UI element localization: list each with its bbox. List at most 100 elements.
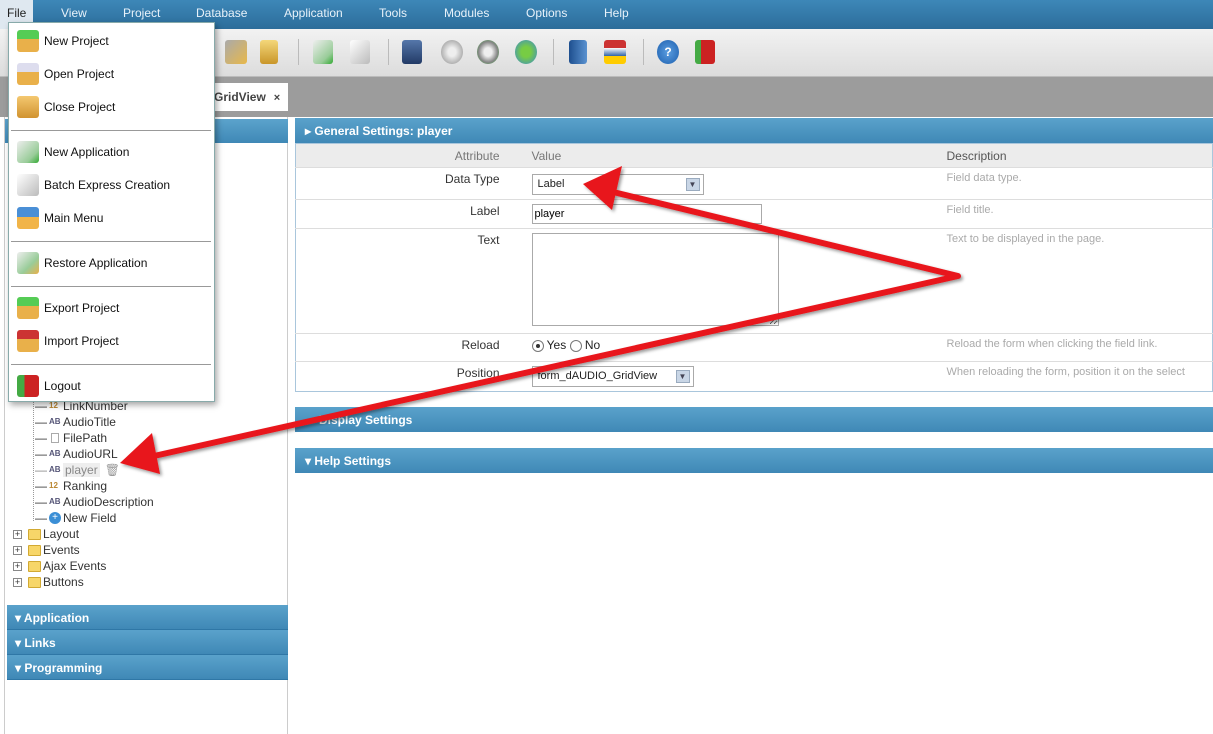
new-project-icon (17, 30, 39, 52)
edit-database-icon[interactable] (225, 40, 247, 64)
menu-item-new-application[interactable]: New Application (17, 141, 129, 163)
menu-application[interactable]: Application (284, 0, 343, 26)
text-textarea[interactable] (531, 233, 779, 326)
text-field-icon: AB (49, 417, 61, 426)
open-project-icon (17, 63, 39, 85)
expand-icon[interactable]: + (13, 529, 22, 539)
section-title: General Settings: player (314, 124, 453, 138)
attr-label: Data Type (295, 167, 532, 200)
menu-tools[interactable]: Tools (379, 0, 407, 26)
menu-item-open-project[interactable]: Open Project (17, 63, 114, 85)
run-icon[interactable] (477, 40, 499, 64)
menu-item-batch-express-creation[interactable]: Batch Express Creation (17, 174, 170, 196)
tree-folder-layout[interactable]: + Layout (13, 527, 79, 541)
close-tab-icon[interactable]: × (274, 92, 280, 104)
section-title: Help Settings (314, 454, 392, 468)
section-application[interactable]: ▾ Application (7, 605, 288, 630)
attr-description: Field data type. (946, 167, 1213, 200)
tree-folder-events[interactable]: + Events (13, 543, 80, 557)
help-icon[interactable]: ? (657, 40, 679, 64)
toolbar-separator (298, 39, 299, 65)
menu-item-label: Main Menu (44, 211, 104, 225)
exit-icon[interactable] (695, 40, 715, 64)
col-value: Value (531, 143, 947, 168)
col-attribute: Attribute (295, 143, 532, 168)
expand-icon[interactable]: + (13, 545, 22, 555)
menu-item-close-project[interactable]: Close Project (17, 96, 115, 118)
menu-separator (11, 286, 211, 288)
data-type-select[interactable]: Label ▼ (531, 174, 704, 195)
tree-field-filepath[interactable]: — FilePath (35, 431, 107, 445)
tree-field-audiodescription[interactable]: — AB AudioDescription (35, 495, 154, 509)
number-field-icon: 12 (49, 481, 58, 490)
copy-application-icon[interactable] (350, 40, 370, 64)
menu-item-import-project[interactable]: Import Project (17, 330, 119, 352)
menu-item-label: Logout (44, 379, 81, 393)
tree-field-label: AudioDescription (63, 495, 154, 509)
menu-item-main-menu[interactable]: Main Menu (17, 207, 103, 229)
tree-field-label: AudioURL (63, 447, 118, 461)
close-project-icon (17, 96, 39, 118)
tree-folder-label: Buttons (43, 575, 84, 589)
folder-icon (28, 528, 41, 540)
label-input[interactable] (531, 204, 762, 224)
menu-options[interactable]: Options (526, 0, 567, 26)
tree-field-audiourl[interactable]: — AB AudioURL (35, 447, 118, 461)
trash-icon[interactable]: 🗑 (105, 463, 120, 477)
save-icon[interactable] (402, 40, 422, 64)
file-menu-dropdown: New Project Open Project Close Project N… (8, 22, 215, 402)
text-field-icon: AB (49, 449, 61, 458)
menu-item-logout[interactable]: Logout (17, 375, 81, 397)
folder-icon (28, 544, 41, 556)
generate-icon[interactable] (441, 40, 463, 64)
menu-separator (11, 130, 211, 132)
tree-field-audiotitle[interactable]: — AB AudioTitle (35, 415, 116, 429)
tree-folder-buttons[interactable]: + Buttons (13, 575, 84, 589)
batch-creation-icon (17, 174, 39, 196)
menu-item-label: Import Project (44, 334, 119, 348)
section-label: Application (23, 611, 90, 625)
expand-icon[interactable]: + (13, 561, 22, 571)
menu-item-export-project[interactable]: Export Project (17, 297, 119, 319)
folder-icon (28, 576, 41, 588)
expand-icon[interactable]: + (13, 577, 22, 587)
menu-item-restore-application[interactable]: Restore Application (17, 252, 147, 274)
reload-no-radio[interactable] (569, 339, 582, 352)
import-icon (17, 330, 39, 352)
tree-field-label: New Field (63, 511, 117, 525)
help-settings-header[interactable]: ▾ Help Settings (295, 448, 1213, 473)
restore-icon (17, 252, 39, 274)
menu-modules[interactable]: Modules (444, 0, 489, 26)
language-icon[interactable] (604, 40, 626, 64)
new-application-icon[interactable] (313, 40, 333, 64)
toolbar-separator (643, 39, 644, 65)
general-settings-header[interactable]: ▸ General Settings: player (295, 118, 1213, 143)
menu-item-label: Close Project (44, 100, 116, 114)
attr-label: Position (295, 361, 532, 392)
toolbar-separator (553, 39, 554, 65)
tree-field-ranking[interactable]: —12 Ranking (35, 479, 107, 493)
tree-field-player[interactable]: — AB player 🗑 (35, 463, 120, 477)
section-label: Programming (24, 661, 103, 675)
database-icon[interactable] (260, 40, 278, 64)
position-select[interactable]: form_dAUDIO_GridView ▼ (531, 366, 694, 387)
menu-help[interactable]: Help (604, 0, 629, 26)
tree-new-field[interactable]: — + New Field (35, 511, 116, 525)
radio-label: No (584, 338, 601, 352)
documentation-icon[interactable] (569, 40, 587, 64)
publish-icon[interactable] (515, 40, 537, 64)
menu-separator (11, 364, 211, 366)
display-settings-header[interactable]: Display Settings (295, 407, 1213, 432)
reload-yes-radio[interactable] (531, 339, 544, 352)
section-links[interactable]: ▾ Links (7, 630, 288, 655)
radio-label: Yes (546, 338, 567, 352)
section-programming[interactable]: ▾ Programming (7, 655, 288, 680)
section-label: Links (24, 636, 56, 650)
attr-label: Text (295, 228, 532, 334)
attr-description: Field title. (946, 199, 1213, 229)
tab-gridview[interactable]: GridView × (206, 83, 289, 111)
settings-table: Attribute Value Description Data Type Label… (295, 143, 1213, 392)
menu-item-label: New Project (44, 34, 109, 48)
menu-item-new-project[interactable]: New Project (17, 30, 109, 52)
tree-folder-ajax-events[interactable]: + Ajax Events (13, 559, 106, 573)
